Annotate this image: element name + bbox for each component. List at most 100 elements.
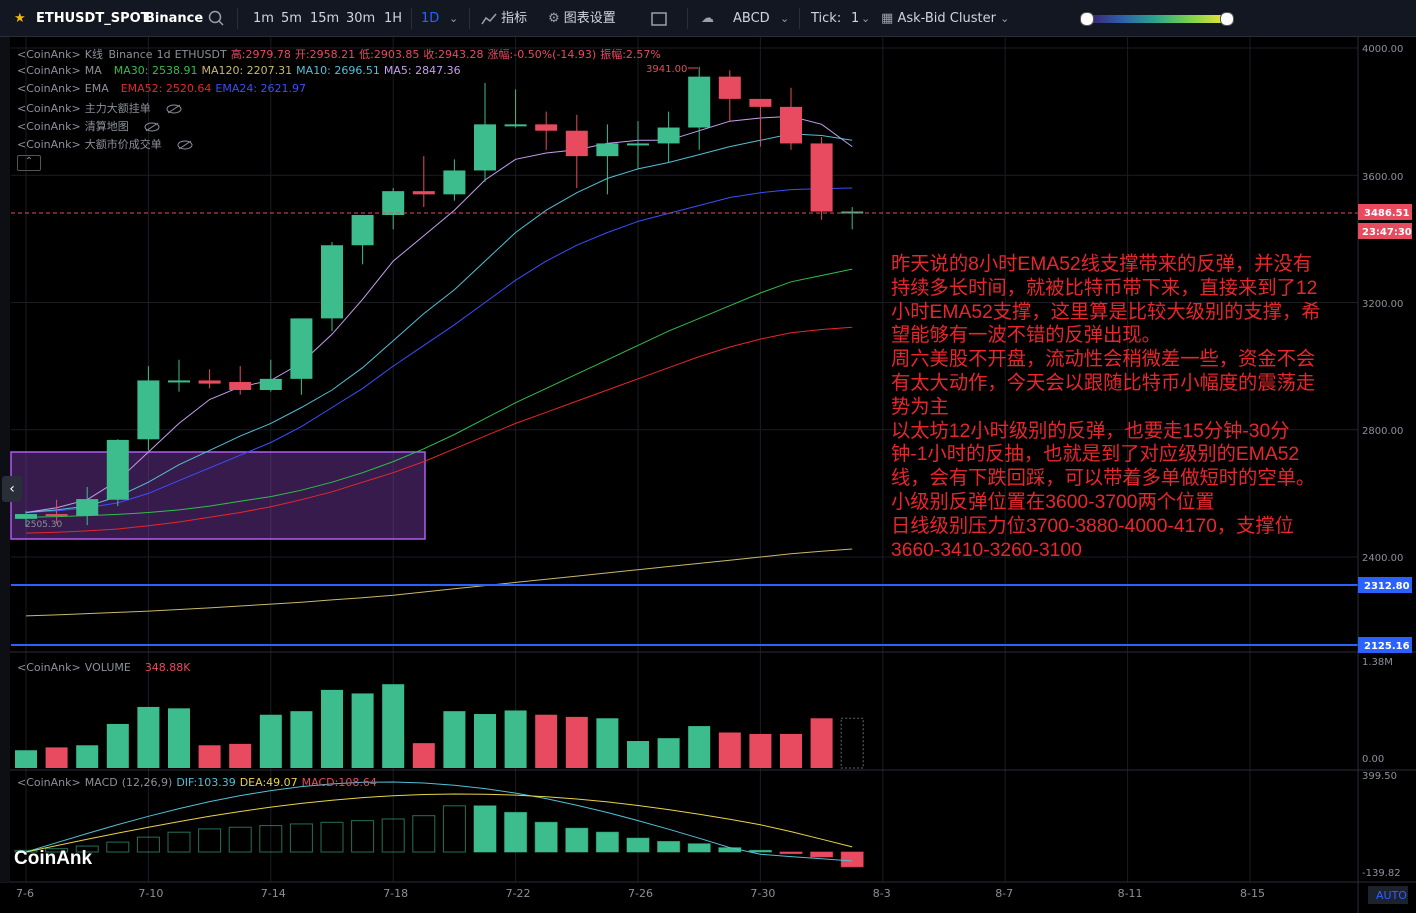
macd-histogram-bar: [412, 815, 436, 853]
volume-bar: [780, 733, 802, 768]
interval-15m[interactable]: 15m: [310, 0, 339, 37]
annotation-line: 望能够有一波不错的反弹出现。: [891, 325, 1161, 347]
chevron-down-icon[interactable]: ⌄: [861, 0, 870, 37]
interval-30m[interactable]: 30m: [346, 0, 375, 37]
legend-params: (12,26,9): [121, 776, 173, 789]
volume-bar: [351, 693, 374, 768]
macd-legend[interactable]: <CoinAnk> MACD (12,26,9) DIF:103.39 DEA:49.0…: [17, 776, 381, 789]
slider-handle-left[interactable]: [1080, 12, 1094, 26]
macd-histogram-bar: [534, 821, 558, 853]
volume-axis-max: 1.38M: [1362, 657, 1393, 668]
candle-body: [15, 514, 37, 519]
ema-legend[interactable]: <CoinAnk> EMA EMA52: 2520.64 EMA24: 2621.97: [17, 82, 310, 95]
tick-label: Tick:: [811, 11, 842, 26]
interval-1m[interactable]: 1m: [253, 0, 274, 37]
hidden-indicator-legend[interactable]: <CoinAnk> 大额市价成交单: [17, 136, 193, 152]
macd-histogram-bar: [687, 843, 711, 853]
legend-name: EMA: [84, 82, 109, 95]
volume-bar: [443, 711, 466, 768]
favorite-star-icon[interactable]: ★: [14, 0, 26, 37]
legend-name: 大额市价成交单: [84, 138, 162, 151]
interval-1h[interactable]: 1H: [384, 0, 402, 37]
volume-bar: [382, 684, 405, 768]
interval-5m[interactable]: 5m: [281, 0, 302, 37]
indicators-button[interactable]: 指标: [481, 0, 527, 37]
volume-bar: [106, 723, 129, 768]
chevron-down-icon[interactable]: ⌄: [449, 0, 458, 37]
annotation-line: 小级别反弹位置在3600-3700两个位置: [891, 491, 1215, 513]
screenshot-icon[interactable]: [651, 0, 667, 37]
ma-legend[interactable]: <CoinAnk> MA MA30: 2538.91 MA120: 2207.31 MA…: [17, 64, 465, 77]
candle-body: [810, 143, 833, 212]
time-axis-label: 7-26: [628, 887, 653, 900]
collapse-panel-button[interactable]: ‹: [2, 476, 22, 502]
kline-legend[interactable]: <CoinAnk> K线 Binance 1d ETHUSDT 高:2979.78 开:2…: [17, 46, 665, 62]
volume-bar: [474, 714, 496, 768]
macd-histogram-bar: [106, 841, 130, 853]
symbol-name[interactable]: ETHUSDT_SPOT: [36, 0, 150, 37]
legend-dea: DEA:49.07: [239, 776, 298, 789]
legend-volume-value: 348.88K: [144, 661, 191, 674]
eye-off-icon[interactable]: [144, 122, 160, 132]
price-tick: 4000.00: [1362, 44, 1403, 55]
cloud-icon[interactable]: ☁: [701, 0, 714, 37]
indicator-lines: [25, 115, 853, 617]
candle-body: [718, 76, 741, 99]
legend-name: 主力大额挂单: [84, 102, 151, 115]
macd-axis-min: -139.82: [1362, 868, 1401, 879]
top-toolbar: ★ ETHUSDT_SPOT Binance 1m 5m 15m 30m 1H …: [0, 0, 1416, 37]
price-tick: 3600.00: [1362, 172, 1403, 183]
hidden-indicator-legend[interactable]: <CoinAnk> 清算地图: [17, 118, 160, 134]
exchange-name[interactable]: Binance: [145, 0, 203, 37]
chart-settings-button[interactable]: ⚙ 图表设置: [548, 0, 616, 37]
divider: [411, 8, 412, 29]
volume-legend[interactable]: <CoinAnk> VOLUME 348.88K: [17, 661, 195, 674]
volume-bar: [627, 741, 649, 768]
chevron-up-icon: ⌃: [24, 156, 34, 167]
analysis-annotation[interactable]: 昨天说的8小时EMA52线支撑带来的反弹，并没有 持续多长时间，就被比特币带下来…: [891, 253, 1369, 562]
volume-bar: [259, 714, 282, 768]
macd-histogram-bar: [504, 811, 528, 853]
eye-off-icon[interactable]: [177, 140, 193, 150]
divider: [799, 8, 800, 29]
time-axis[interactable]: 7-6 7-10 7-14 7-18 7-22 7-26 7-30 8-3 8-7 8-11 8-1…: [16, 887, 1265, 900]
volume-bar: [535, 714, 558, 768]
time-axis-label: 7-30: [750, 887, 775, 900]
volume-bar: [504, 710, 527, 768]
annotation-line: 有太大动作，今天会以跟随比特币小幅度的震荡走: [891, 372, 1316, 394]
legend-high: 高:2979.78: [230, 48, 291, 61]
legend-ema24: EMA24: 2621.97: [215, 82, 307, 95]
volume-bar: [229, 743, 252, 768]
candle-body: [382, 191, 405, 216]
cluster-button[interactable]: ▦ Ask-Bid Cluster ⌄: [881, 0, 1009, 37]
legend-interval: 1d: [156, 48, 171, 61]
line-price-value: 2125.16: [1364, 641, 1410, 652]
chevron-down-icon[interactable]: ⌄: [780, 0, 789, 37]
legend-prefix: <CoinAnk>: [17, 138, 81, 151]
slider-handle-right[interactable]: [1220, 12, 1234, 26]
drawing-tool-label[interactable]: ABCD: [733, 0, 770, 37]
hidden-indicator-legend[interactable]: <CoinAnk> 主力大额挂单: [17, 100, 182, 116]
candle-body: [688, 76, 711, 128]
divider: [469, 8, 470, 29]
highlight-zone-rectangle[interactable]: [10, 451, 426, 540]
eye-off-icon[interactable]: [166, 104, 182, 114]
legend-open: 开:2958.21: [294, 48, 356, 61]
legend-macd: MACD:108.64: [301, 776, 377, 789]
legend-ma5: MA5: 2847.36: [383, 64, 461, 77]
collapse-legend-button[interactable]: ⌃: [17, 155, 41, 171]
cluster-label: Ask-Bid Cluster: [897, 11, 996, 26]
legend-prefix: <CoinAnk>: [17, 82, 81, 95]
cluster-icon: ▦: [881, 11, 894, 26]
divider: [687, 8, 688, 29]
tick-value[interactable]: 1: [851, 0, 859, 37]
time-axis-label: 7-6: [16, 887, 34, 900]
candle-body: [565, 130, 588, 157]
legend-name: MACD: [84, 776, 118, 789]
volume-bar: [688, 726, 711, 768]
volume-bar: [657, 738, 680, 768]
search-icon[interactable]: [208, 0, 224, 37]
heatmap-range-slider[interactable]: [1086, 15, 1226, 23]
interval-1d[interactable]: 1D: [421, 0, 439, 37]
macd-axis-max: 399.50: [1362, 771, 1397, 782]
